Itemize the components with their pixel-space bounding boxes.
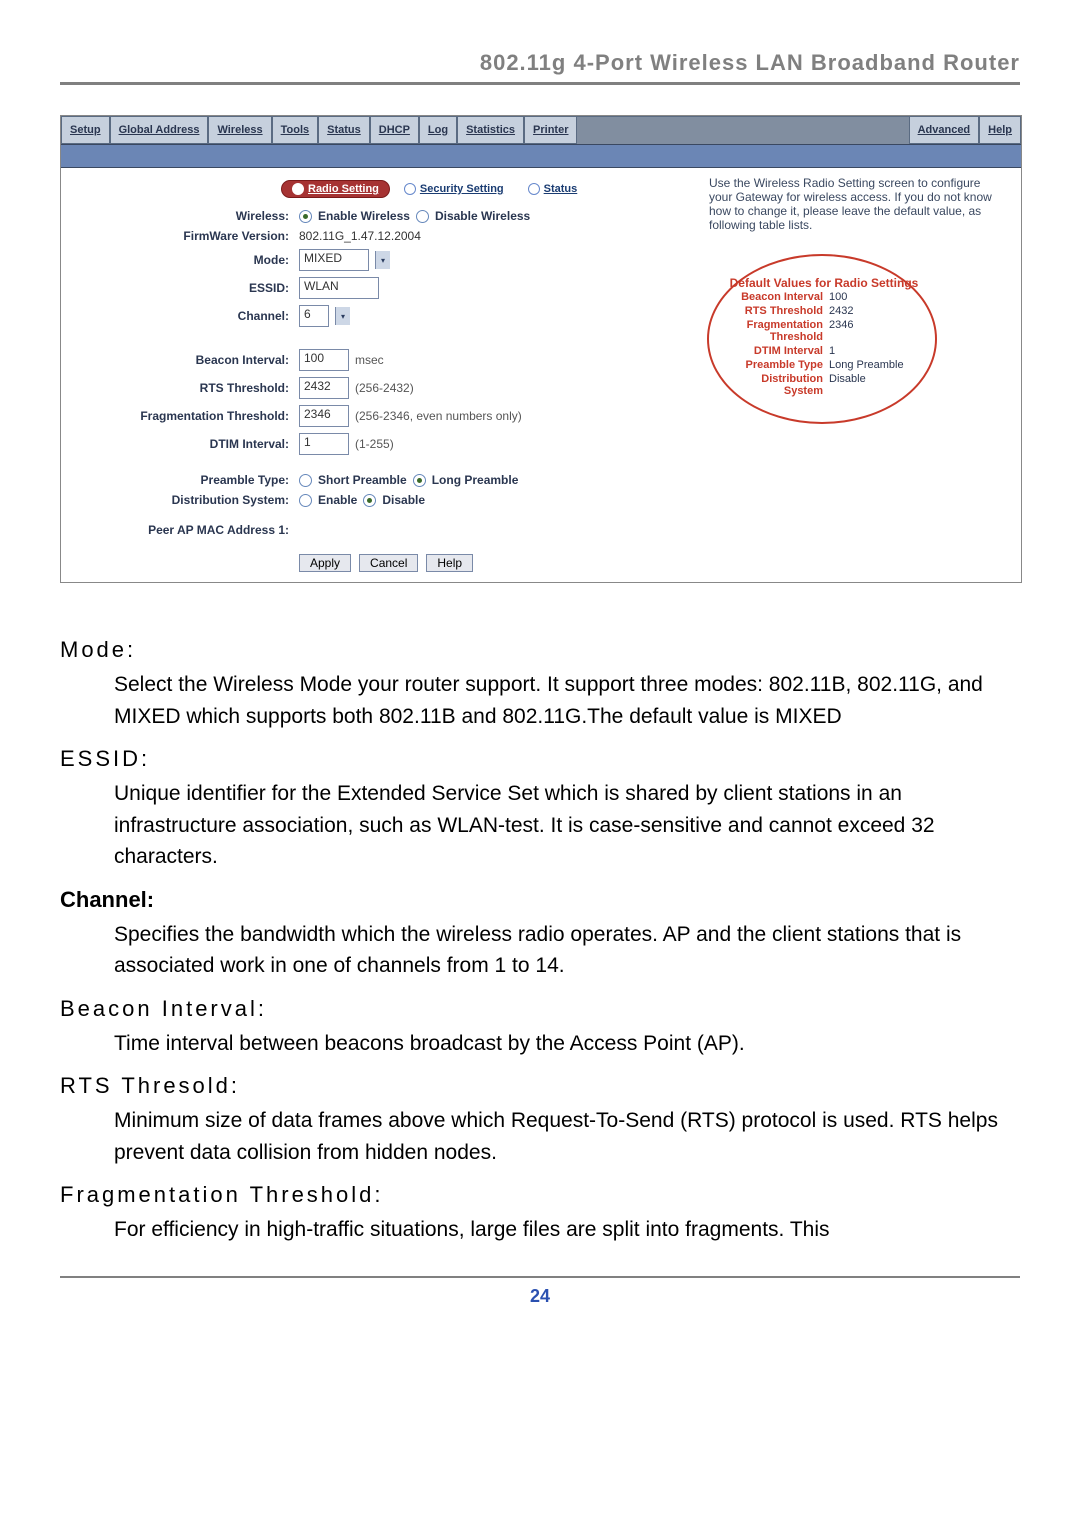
main-tabs: Setup Global Address Wireless Tools Stat… (61, 116, 1021, 144)
def-value: 2346 (829, 319, 853, 343)
tab-setup[interactable]: Setup (61, 116, 110, 144)
enable-wireless-radio[interactable] (299, 210, 312, 223)
def-value: Disable (829, 373, 866, 397)
wireless-label: Wireless: (61, 209, 299, 223)
dist-enable-radio[interactable] (299, 494, 312, 507)
apply-button[interactable]: Apply (299, 554, 351, 572)
tab-dhcp[interactable]: DHCP (370, 116, 419, 144)
term-mode: Mode: (60, 637, 1020, 663)
dtim-input[interactable]: 1 (299, 433, 349, 455)
def-label: Distribution System (723, 373, 829, 397)
def-value: 2432 (829, 305, 853, 317)
def-label: RTS Threshold (723, 305, 829, 317)
peer-label: Peer AP MAC Address 1: (61, 523, 299, 537)
cancel-button[interactable]: Cancel (359, 554, 418, 572)
def-value: 1 (829, 345, 835, 357)
page-number: 24 (60, 1276, 1020, 1307)
frag-hint: (256-2346, even numbers only) (355, 409, 522, 423)
dist-enable-text: Enable (318, 493, 357, 507)
channel-label: Channel: (61, 309, 299, 323)
channel-select[interactable]: 6 (299, 305, 329, 327)
frag-input[interactable]: 2346 (299, 405, 349, 427)
beacon-input[interactable]: 100 (299, 349, 349, 371)
tab-statistics[interactable]: Statistics (457, 116, 524, 144)
help-button[interactable]: Help (426, 554, 473, 572)
dtim-label: DTIM Interval: (61, 437, 299, 451)
tab-wireless[interactable]: Wireless (208, 116, 271, 144)
dist-disable-text: Disable (382, 493, 425, 507)
beacon-label: Beacon Interval: (61, 353, 299, 367)
fw-label: FirmWare Version: (61, 229, 299, 243)
disable-wireless-radio[interactable] (416, 210, 429, 223)
short-preamble-text: Short Preamble (318, 473, 407, 487)
essid-input[interactable]: WLAN (299, 277, 379, 299)
help-text: Use the Wireless Radio Setting screen to… (707, 176, 1007, 244)
para-mode: Select the Wireless Mode your router sup… (114, 669, 1020, 732)
rts-hint: (256-2432) (355, 381, 414, 395)
router-admin-screenshot: Setup Global Address Wireless Tools Stat… (60, 115, 1022, 583)
term-frag: Fragmentation Threshold: (60, 1182, 1020, 1208)
def-label: Fragmentation Threshold (723, 319, 829, 343)
def-label: Beacon Interval (723, 291, 829, 303)
dist-label: Distribution System: (61, 493, 299, 507)
tab-log[interactable]: Log (419, 116, 457, 144)
def-label: DTIM Interval (723, 345, 829, 357)
dtim-hint: (1-255) (355, 437, 394, 451)
chevron-down-icon[interactable]: ▾ (335, 307, 350, 325)
beacon-hint: msec (355, 353, 384, 367)
term-channel: Channel: (60, 887, 1020, 913)
sub-tabs: Radio Setting Security Setting Status (61, 172, 701, 206)
rts-label: RTS Threshold: (61, 381, 299, 395)
dist-disable-radio[interactable] (363, 494, 376, 507)
defaults-oval: Default Values for Radio Settings Beacon… (707, 254, 937, 424)
essid-label: ESSID: (61, 281, 299, 295)
para-beacon: Time interval between beacons broadcast … (114, 1028, 1020, 1060)
tab-printer[interactable]: Printer (524, 116, 577, 144)
frag-label: Fragmentation Threshold: (61, 409, 299, 423)
enable-wireless-text: Enable Wireless (318, 209, 410, 223)
para-essid: Unique identifier for the Extended Servi… (114, 778, 1020, 873)
subtab-radio-setting[interactable]: Radio Setting (281, 180, 390, 198)
short-preamble-radio[interactable] (299, 474, 312, 487)
mode-label: Mode: (61, 253, 299, 267)
term-beacon: Beacon Interval: (60, 996, 1020, 1022)
preamble-label: Preamble Type: (61, 473, 299, 487)
page-header: 802.11g 4-Port Wireless LAN Broadband Ro… (60, 40, 1020, 85)
rts-input[interactable]: 2432 (299, 377, 349, 399)
chevron-down-icon[interactable]: ▾ (375, 251, 390, 269)
para-frag: For efficiency in high-traffic situation… (114, 1214, 1020, 1246)
fw-value: 802.11G_1.47.12.2004 (299, 229, 421, 243)
def-label: Preamble Type (723, 359, 829, 371)
disable-wireless-text: Disable Wireless (435, 209, 530, 223)
def-value: 100 (829, 291, 847, 303)
defaults-title: Default Values for Radio Settings (723, 276, 925, 290)
mode-select[interactable]: MIXED (299, 249, 369, 271)
subtab-status[interactable]: Status (518, 181, 588, 197)
long-preamble-radio[interactable] (413, 474, 426, 487)
long-preamble-text: Long Preamble (432, 473, 519, 487)
subtab-security-setting[interactable]: Security Setting (394, 181, 514, 197)
tab-tools[interactable]: Tools (272, 116, 319, 144)
term-rts: RTS Thresold: (60, 1073, 1020, 1099)
document-body: Mode: Select the Wireless Mode your rout… (60, 613, 1020, 1246)
tab-help[interactable]: Help (979, 116, 1021, 144)
para-rts: Minimum size of data frames above which … (114, 1105, 1020, 1168)
tab-global-address[interactable]: Global Address (110, 116, 209, 144)
para-channel: Specifies the bandwidth which the wirele… (114, 919, 1020, 982)
term-essid: ESSID: (60, 746, 1020, 772)
tab-status[interactable]: Status (318, 116, 370, 144)
tab-advanced[interactable]: Advanced (909, 116, 980, 144)
def-value: Long Preamble (829, 359, 904, 371)
